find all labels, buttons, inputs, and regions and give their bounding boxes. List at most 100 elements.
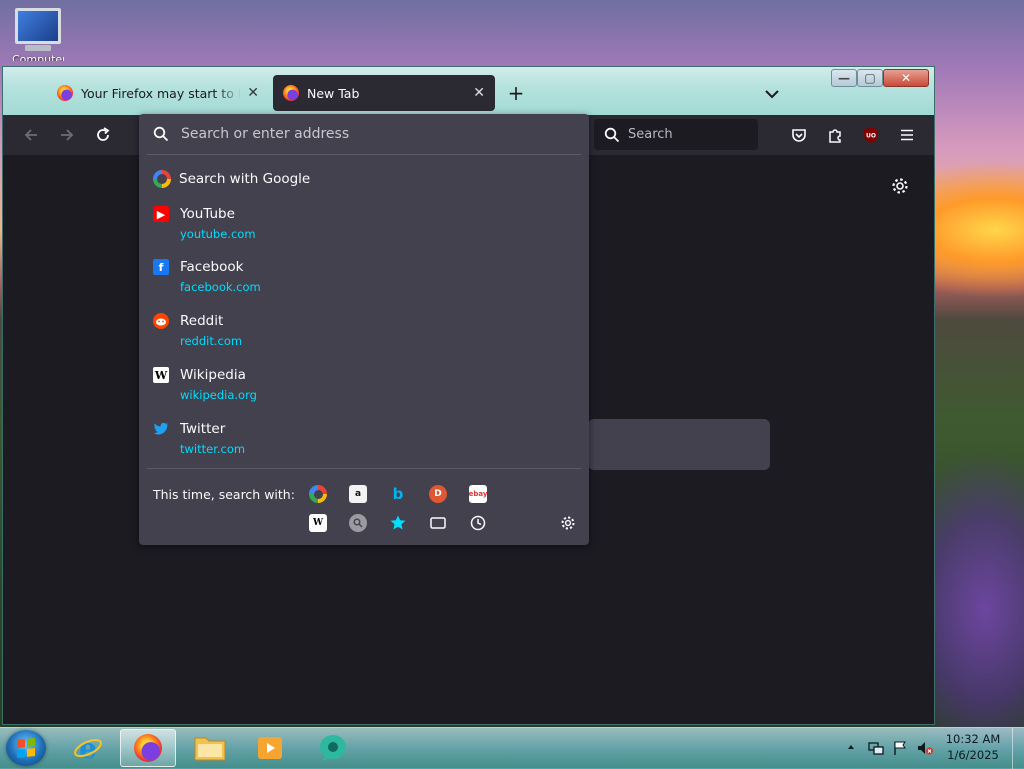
start-button[interactable] bbox=[6, 730, 46, 766]
chevron-up-icon[interactable] bbox=[846, 742, 856, 752]
network-icon[interactable] bbox=[868, 740, 884, 756]
firefox-window: Your Firefox may start to have p ✕ New T… bbox=[2, 66, 935, 725]
taskbar-media-player[interactable] bbox=[242, 729, 298, 767]
close-tab-icon[interactable]: ✕ bbox=[473, 85, 485, 101]
new-tab-button[interactable]: + bbox=[505, 83, 527, 105]
bookmarks-icon[interactable] bbox=[389, 514, 407, 532]
minimize-button[interactable]: — bbox=[831, 69, 857, 87]
history-icon[interactable] bbox=[469, 514, 487, 532]
facebook-icon: f bbox=[153, 259, 169, 275]
volume-muted-icon[interactable] bbox=[916, 740, 934, 756]
bing-icon[interactable]: b bbox=[389, 485, 407, 503]
google-icon bbox=[153, 170, 171, 188]
taskbar-internet-explorer[interactable]: e bbox=[60, 729, 116, 767]
chevron-down-icon bbox=[765, 90, 779, 99]
ebay-icon[interactable]: ebay bbox=[469, 485, 487, 503]
divider bbox=[147, 468, 581, 469]
google-icon[interactable] bbox=[309, 485, 327, 503]
tab-new-tab[interactable]: New Tab ✕ bbox=[273, 75, 495, 111]
suggestion-reddit[interactable]: Reddit reddit.com bbox=[147, 313, 581, 359]
back-button[interactable] bbox=[19, 123, 43, 147]
tab-bar: Your Firefox may start to have p ✕ New T… bbox=[3, 67, 934, 115]
pocket-button[interactable] bbox=[787, 123, 811, 147]
search-icon bbox=[604, 127, 620, 142]
internet-explorer-icon: e bbox=[74, 732, 102, 764]
one-off-search-label: This time, search with: bbox=[153, 487, 295, 502]
close-window-button[interactable]: ✕ bbox=[883, 69, 929, 87]
reload-icon bbox=[97, 127, 110, 141]
clock[interactable]: 10:32 AM 1/6/2025 bbox=[940, 731, 1006, 763]
list-all-tabs-button[interactable] bbox=[761, 83, 783, 105]
taskbar-app[interactable] bbox=[305, 729, 361, 767]
taskbar: e 10:32 AM 1/6/2025 bbox=[0, 727, 1024, 769]
suggestion-url: twitter.com bbox=[180, 442, 246, 456]
gear-icon bbox=[892, 178, 908, 194]
suggestion-facebook[interactable]: f Facebook facebook.com bbox=[147, 259, 581, 305]
suggestion-twitter[interactable]: Twitter twitter.com bbox=[147, 421, 581, 467]
arrow-left-icon bbox=[24, 129, 37, 141]
reddit-icon bbox=[153, 313, 169, 329]
tab-title: New Tab bbox=[307, 85, 360, 101]
extensions-button[interactable] bbox=[823, 123, 847, 147]
hamburger-menu-icon bbox=[901, 129, 913, 141]
search-with-google-label: Search with Google bbox=[179, 171, 311, 187]
amazon-icon[interactable]: a bbox=[349, 485, 367, 503]
clock-date: 1/6/2025 bbox=[947, 748, 999, 762]
arrow-right-icon bbox=[61, 129, 74, 141]
ublock-origin-icon: UO bbox=[864, 127, 878, 143]
newtab-settings-button[interactable] bbox=[889, 175, 911, 197]
search-placeholder: Search bbox=[628, 127, 673, 142]
wikipedia-icon: W bbox=[153, 367, 169, 383]
one-off-search-bar: This time, search with: a b D ebay W bbox=[139, 474, 589, 545]
duckduckgo-icon[interactable]: D bbox=[429, 485, 447, 503]
maximize-button[interactable]: ▢ bbox=[857, 69, 883, 87]
search-with-google-row[interactable]: Search with Google bbox=[147, 164, 581, 194]
suggestion-name: Facebook bbox=[180, 259, 244, 275]
suggestion-name: YouTube bbox=[180, 206, 235, 222]
suggestion-youtube[interactable]: ▶ YouTube youtube.com bbox=[147, 206, 581, 252]
suggestion-name: Wikipedia bbox=[180, 367, 246, 383]
tab-title: Your Firefox may start to have p bbox=[81, 85, 241, 101]
url-bar[interactable] bbox=[139, 114, 589, 154]
action-center-flag-icon[interactable] bbox=[892, 740, 908, 756]
taskbar-file-explorer[interactable] bbox=[182, 729, 238, 767]
computer-desktop-icon[interactable]: Computer bbox=[12, 8, 64, 61]
suggestion-name: Reddit bbox=[180, 313, 224, 329]
address-input[interactable] bbox=[179, 125, 563, 143]
suggestion-url: reddit.com bbox=[180, 334, 243, 348]
twitter-icon bbox=[153, 421, 169, 437]
svg-text:e: e bbox=[79, 732, 97, 764]
suggestion-wikipedia[interactable]: W Wikipedia wikipedia.org bbox=[147, 367, 581, 413]
svg-text:UO: UO bbox=[866, 133, 876, 140]
suggestion-url: youtube.com bbox=[180, 227, 256, 241]
newtab-search-bar[interactable] bbox=[588, 419, 770, 470]
close-tab-icon[interactable]: ✕ bbox=[247, 85, 259, 101]
reload-button[interactable] bbox=[91, 123, 115, 147]
show-desktop-button[interactable] bbox=[1012, 728, 1024, 769]
urlbar-dropdown: Search with Google ▶ YouTube youtube.com… bbox=[139, 114, 589, 545]
puzzle-icon bbox=[829, 129, 841, 143]
tab-firefox-notice[interactable]: Your Firefox may start to have p ✕ bbox=[47, 75, 269, 111]
forward-button[interactable] bbox=[55, 123, 79, 147]
wikipedia-icon[interactable]: W bbox=[309, 514, 327, 532]
clock-time: 10:32 AM bbox=[945, 732, 1001, 746]
firefox-icon bbox=[134, 734, 162, 762]
windows-logo-icon bbox=[17, 738, 35, 758]
youtube-icon: ▶ bbox=[153, 206, 169, 222]
firefox-icon bbox=[283, 85, 299, 101]
search-settings-gear-icon[interactable] bbox=[559, 514, 577, 532]
search-icon bbox=[153, 126, 169, 142]
monitor-icon bbox=[15, 8, 61, 44]
pocket-icon bbox=[792, 129, 806, 142]
search-bar[interactable]: Search bbox=[594, 119, 758, 150]
suggestion-url: wikipedia.org bbox=[180, 388, 257, 402]
ublock-origin-button[interactable]: UO bbox=[859, 123, 883, 147]
tabs-icon[interactable] bbox=[429, 514, 447, 532]
search-engine-icon[interactable] bbox=[349, 514, 367, 532]
folder-icon bbox=[194, 737, 226, 761]
taskbar-firefox[interactable] bbox=[120, 729, 176, 767]
divider bbox=[147, 154, 581, 155]
menu-button[interactable] bbox=[895, 123, 919, 147]
chat-app-icon bbox=[320, 735, 346, 761]
suggestion-name: Twitter bbox=[180, 421, 226, 437]
